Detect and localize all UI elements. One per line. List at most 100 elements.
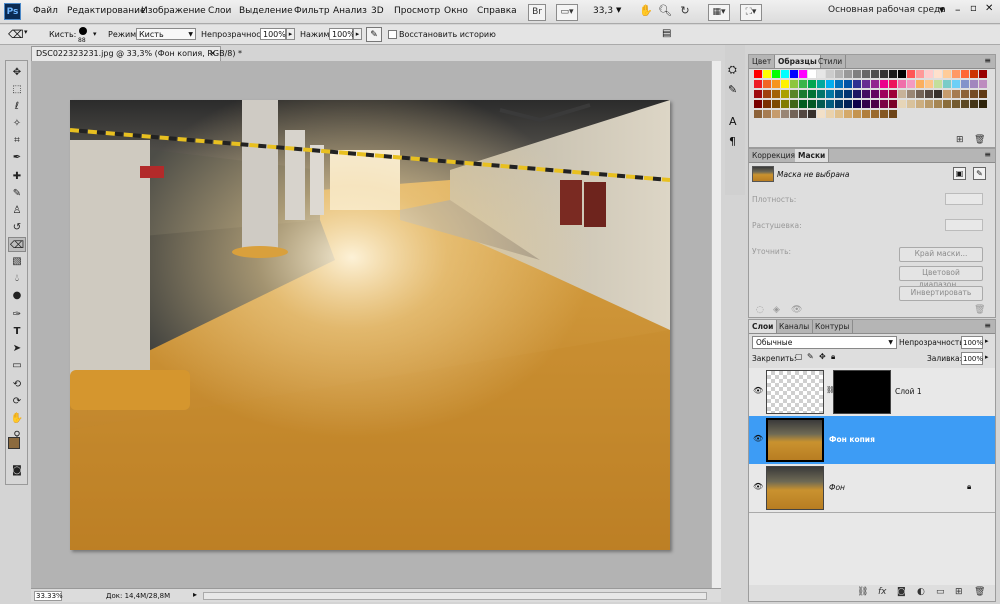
new-group-icon[interactable]: ▭ [936, 587, 945, 597]
minimize-icon[interactable]: – [955, 3, 961, 16]
delete-mask-icon[interactable]: 🗑︎ [974, 305, 985, 315]
vector-mask-icon[interactable]: ✎ [973, 167, 986, 180]
workspace-selector[interactable]: Основная рабочая среда [828, 5, 946, 19]
color-swatch[interactable] [889, 110, 897, 118]
rotate-view-icon[interactable]: ↻ [677, 4, 693, 19]
pixel-mask-icon[interactable]: ▣ [953, 167, 966, 180]
quick-select-tool-icon[interactable]: ✧ [8, 116, 26, 131]
tab-masks[interactable]: Маски [795, 149, 830, 162]
view-extras-icon[interactable]: ▭▾ [556, 4, 578, 21]
color-swatch[interactable] [844, 110, 852, 118]
color-swatch[interactable] [907, 90, 915, 98]
color-swatch[interactable] [952, 70, 960, 78]
color-swatch[interactable] [808, 90, 816, 98]
color-swatch[interactable] [943, 100, 951, 108]
delete-layer-icon[interactable]: 🗑︎ [974, 587, 985, 597]
color-swatch[interactable] [754, 110, 762, 118]
menu-analysis[interactable]: Анализ [333, 6, 367, 16]
color-swatch[interactable] [961, 80, 969, 88]
color-swatch[interactable] [916, 70, 924, 78]
type-tool-icon[interactable]: T [8, 324, 26, 339]
marquee-tool-icon[interactable]: ⬚ [8, 82, 26, 97]
arrange-documents-icon[interactable]: ▦▾ [708, 4, 730, 21]
tab-color[interactable]: Цвет [749, 55, 776, 68]
maximize-icon[interactable]: ▫ [970, 3, 977, 14]
color-swatch[interactable] [907, 70, 915, 78]
color-swatch[interactable] [826, 80, 834, 88]
brush-panel-icon[interactable]: ▤ [662, 28, 671, 39]
color-swatch[interactable] [880, 110, 888, 118]
color-swatch[interactable] [781, 80, 789, 88]
color-swatch[interactable] [799, 100, 807, 108]
color-swatch[interactable] [772, 100, 780, 108]
lock-image-icon[interactable]: ✎ [807, 352, 814, 361]
color-swatch[interactable] [808, 100, 816, 108]
visibility-eye-icon[interactable]: 👁︎ [753, 482, 763, 492]
color-swatch[interactable] [871, 90, 879, 98]
color-swatch[interactable] [808, 70, 816, 78]
canvas-vertical-scrollbar[interactable] [711, 61, 721, 588]
color-swatch[interactable] [862, 100, 870, 108]
fill-slider-button[interactable]: ▸ [985, 353, 989, 361]
hand-tool-icon[interactable]: ✋ [8, 411, 26, 426]
blend-mode-select[interactable]: Обычные ▼ [752, 336, 897, 349]
color-swatch[interactable] [763, 90, 771, 98]
color-swatch[interactable] [925, 90, 933, 98]
color-swatch[interactable] [952, 90, 960, 98]
color-swatch[interactable] [934, 80, 942, 88]
fill-input[interactable]: 100% [961, 352, 983, 365]
color-swatch[interactable] [754, 80, 762, 88]
link-layers-icon[interactable]: ⛓ [857, 587, 868, 597]
color-swatch[interactable] [898, 90, 906, 98]
canvas-horizontal-scrollbar[interactable] [203, 592, 707, 600]
color-swatch[interactable] [979, 100, 987, 108]
color-swatch[interactable] [871, 70, 879, 78]
close-icon[interactable]: ✕ [985, 3, 993, 14]
color-swatch[interactable] [781, 100, 789, 108]
visibility-eye-icon[interactable]: 👁︎ [753, 434, 763, 444]
lock-transparent-icon[interactable]: ▢ [795, 352, 803, 361]
tab-styles[interactable]: Стили [815, 55, 847, 68]
menu-help[interactable]: Справка [477, 6, 517, 16]
color-swatch[interactable] [790, 70, 798, 78]
color-swatch[interactable] [871, 100, 879, 108]
preset-dropdown-icon[interactable]: ▾ [24, 28, 28, 36]
color-swatch[interactable] [871, 80, 879, 88]
path-select-tool-icon[interactable]: ➤ [8, 341, 26, 356]
hand-tool-icon[interactable]: ✋ [638, 4, 654, 19]
color-swatch[interactable] [961, 70, 969, 78]
color-swatch[interactable] [835, 70, 843, 78]
menu-file[interactable]: Файл [33, 6, 58, 16]
panel-menu-icon[interactable]: ≡ [984, 321, 991, 330]
3d-rotate-tool-icon[interactable]: ⟲ [8, 377, 26, 392]
new-layer-icon[interactable]: ⊞ [955, 587, 963, 597]
menu-select[interactable]: Выделение [239, 6, 293, 16]
color-swatch[interactable] [907, 100, 915, 108]
color-swatch[interactable] [754, 100, 762, 108]
mode-select[interactable]: Кисть ▼ [136, 28, 196, 40]
color-swatch[interactable] [817, 80, 825, 88]
color-swatch[interactable] [835, 80, 843, 88]
add-mask-icon[interactable]: ◙ [897, 587, 906, 597]
airbrush-icon[interactable]: ✎ [366, 27, 382, 42]
eraser-tool-icon[interactable]: ⌫ [8, 237, 26, 252]
color-swatch[interactable] [979, 90, 987, 98]
color-swatch[interactable] [781, 110, 789, 118]
color-swatch[interactable] [799, 70, 807, 78]
color-swatch[interactable] [853, 100, 861, 108]
quick-mask-icon[interactable]: ◙ [8, 463, 26, 478]
color-swatch[interactable] [844, 80, 852, 88]
color-swatch[interactable] [970, 80, 978, 88]
color-swatch[interactable] [808, 110, 816, 118]
document-close-icon[interactable]: ✕ [209, 47, 216, 61]
color-swatch[interactable] [871, 110, 879, 118]
color-swatch[interactable] [844, 70, 852, 78]
color-swatch[interactable] [970, 70, 978, 78]
history-checkbox[interactable] [388, 30, 397, 39]
color-swatch[interactable] [790, 100, 798, 108]
dodge-tool-icon[interactable]: ● [8, 288, 26, 303]
brush-preview-icon[interactable] [79, 27, 87, 35]
status-menu-icon[interactable]: ▸ [193, 590, 197, 599]
layer-opacity-slider-button[interactable]: ▸ [985, 337, 989, 345]
healing-tool-icon[interactable]: ✚ [8, 169, 26, 184]
